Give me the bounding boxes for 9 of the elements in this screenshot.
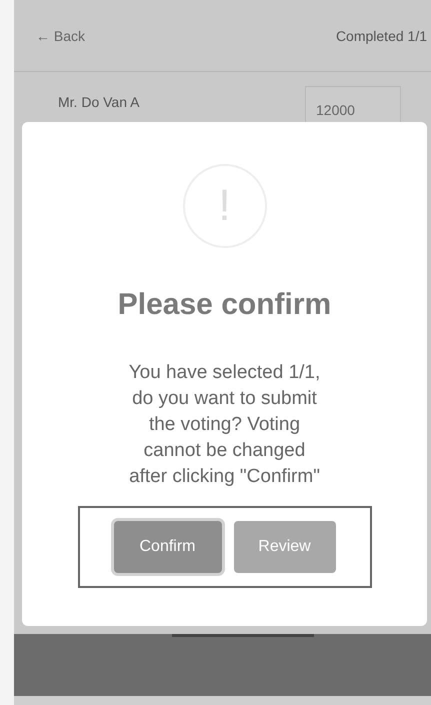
confirm-button[interactable]: Confirm: [114, 521, 222, 573]
review-button[interactable]: Review: [234, 521, 336, 573]
back-link[interactable]: ← Back: [36, 28, 86, 44]
alert-icon: !: [182, 164, 266, 248]
status-text: Completed 1/1: [336, 28, 427, 44]
votes-field[interactable]: 12000: [305, 86, 401, 122]
candidate-name: Mr. Do Van A: [58, 94, 140, 112]
dialog-title: Please confirm: [118, 288, 332, 322]
dialog-message: You have selected 1/1, do you want to submit the voting? Voting cannot be changed after clicking "Confirm": [128, 361, 322, 489]
